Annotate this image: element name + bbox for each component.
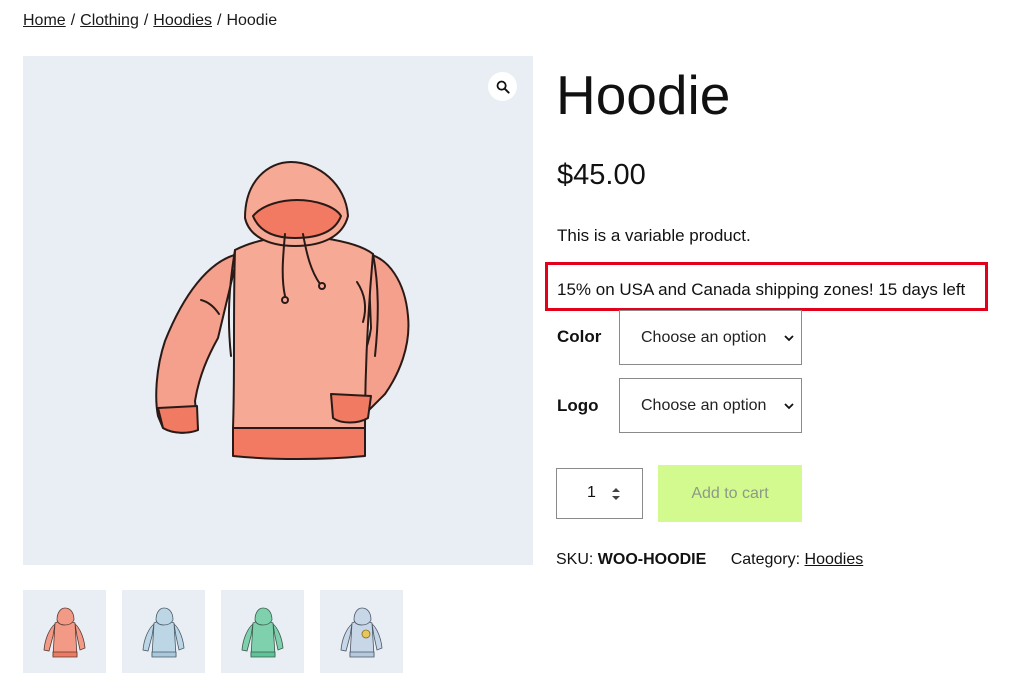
chevron-down-icon (784, 335, 794, 342)
hoodie-thumbnail-image (340, 607, 383, 658)
quantity-spinner-icon[interactable] (609, 485, 623, 503)
logo-select[interactable]: Choose an option (619, 378, 802, 433)
sku-label: SKU: (556, 551, 594, 568)
product-title: Hoodie (556, 64, 731, 126)
shipping-promo-notice: 15% on USA and Canada shipping zones! 15… (545, 262, 988, 311)
sku-value: WOO-HOODIE (597, 551, 707, 568)
thumbnail-blue-logo-hoodie[interactable] (320, 590, 403, 673)
thumbnail-pink-hoodie[interactable] (23, 590, 106, 673)
hoodie-thumbnail-image (241, 607, 284, 658)
product-price: $45.00 (557, 159, 646, 191)
product-meta: SKU: WOO-HOODIE Category: Hoodies (556, 549, 863, 571)
breadcrumb-separator: / (70, 12, 76, 29)
zoom-button[interactable] (488, 72, 517, 101)
hoodie-image (155, 161, 410, 460)
chevron-down-icon (784, 403, 794, 410)
product-main-image[interactable] (23, 56, 533, 565)
hoodie-thumbnail-image (43, 607, 86, 658)
add-to-cart-button[interactable]: Add to cart (658, 465, 802, 522)
breadcrumb-separator: / (143, 12, 149, 29)
quantity-input[interactable]: 1 (556, 468, 643, 519)
breadcrumb-separator: / (217, 12, 222, 29)
product-description: This is a variable product. (557, 226, 751, 245)
breadcrumb-current: Hoodie (226, 12, 278, 29)
hoodie-thumbnail-image (142, 607, 185, 658)
quantity-value: 1 (587, 484, 596, 501)
category-link[interactable]: Hoodies (805, 551, 864, 568)
color-select-value: Choose an option (641, 328, 767, 346)
logo-select-value: Choose an option (641, 396, 767, 414)
breadcrumb-hoodies-link[interactable]: Hoodies (153, 12, 212, 29)
breadcrumb-home-link[interactable]: Home (23, 12, 66, 29)
color-label: Color (557, 327, 602, 346)
category-label: Category: (730, 551, 801, 568)
thumbnail-green-hoodie[interactable] (221, 590, 304, 673)
magnifier-icon (496, 80, 510, 94)
breadcrumb: Home / Clothing / Hoodies / Hoodie (23, 10, 277, 32)
breadcrumb-clothing-link[interactable]: Clothing (80, 12, 139, 29)
thumbnail-light-blue-hoodie[interactable] (122, 590, 205, 673)
logo-label: Logo (557, 396, 599, 415)
color-select[interactable]: Choose an option (619, 310, 802, 365)
